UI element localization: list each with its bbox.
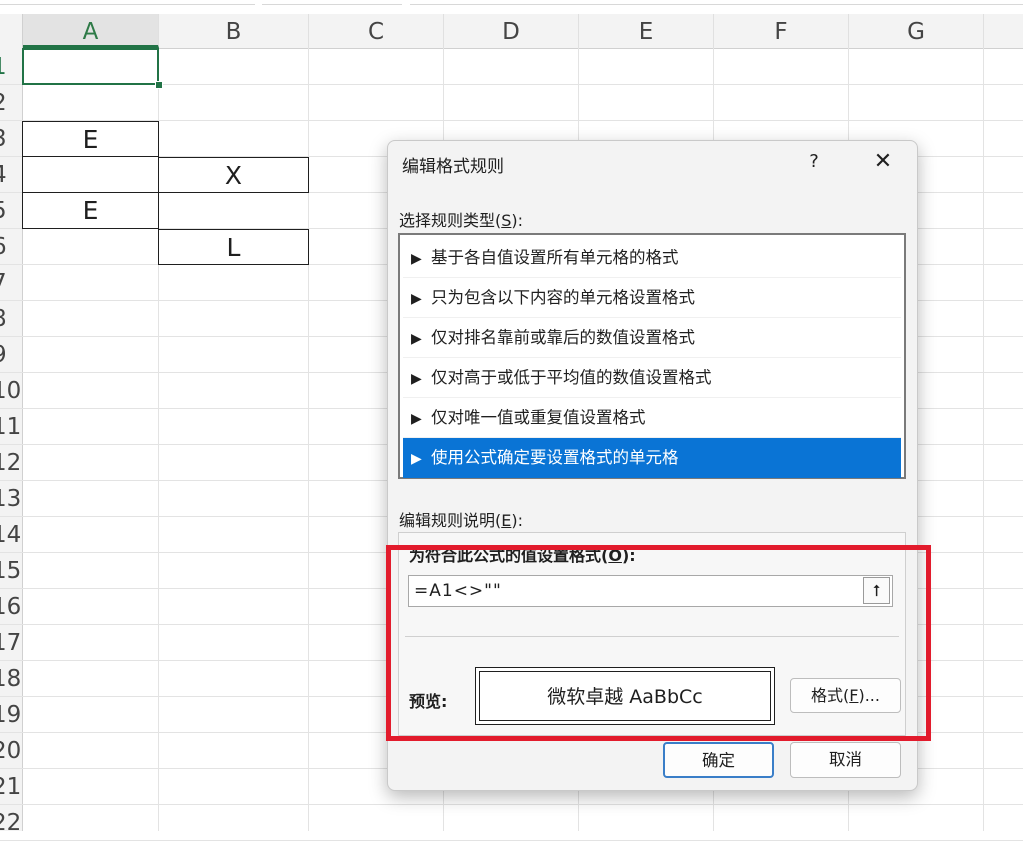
triangle-right-icon: ▶ bbox=[411, 371, 422, 387]
triangle-right-icon: ▶ bbox=[411, 411, 422, 427]
row-header-14[interactable]: 14 bbox=[0, 516, 22, 553]
label-accesskey: S bbox=[501, 211, 512, 230]
row-header-1[interactable]: 1 bbox=[0, 48, 22, 85]
row-header-20[interactable]: 20 bbox=[0, 732, 22, 769]
help-icon[interactable]: ? bbox=[803, 149, 825, 175]
column-header-b[interactable]: B bbox=[159, 14, 309, 48]
triangle-right-icon: ▶ bbox=[411, 451, 422, 467]
edit-rule-description-label: 编辑规则说明(E): bbox=[399, 507, 523, 531]
fill-handle[interactable] bbox=[155, 81, 163, 89]
rule-type-list[interactable]: ▶ 基于各自值设置所有单元格的格式 ▶ 只为包含以下内容的单元格设置格式 ▶ 仅对排名… bbox=[398, 233, 906, 479]
row-header-10[interactable]: 10 bbox=[0, 372, 22, 409]
ok-button[interactable]: 确定 bbox=[663, 742, 774, 778]
column-header-a[interactable]: A bbox=[23, 14, 159, 48]
rule-type-label: 基于各自值设置所有单元格的格式 bbox=[431, 248, 679, 267]
select-rule-type-label: 选择规则类型(S): bbox=[399, 207, 523, 231]
ribbon-tab-edge bbox=[410, 0, 1023, 5]
ribbon-edge bbox=[0, 0, 1023, 14]
cell-b6[interactable]: L bbox=[158, 229, 309, 265]
label-suffix: ): bbox=[511, 211, 524, 230]
row-header-15[interactable]: 15 bbox=[0, 552, 22, 589]
row-header-7[interactable]: 7 bbox=[0, 264, 22, 301]
red-highlight-box bbox=[386, 545, 931, 741]
row-header-2[interactable]: 2 bbox=[0, 84, 22, 121]
row-header-17[interactable]: 17 bbox=[0, 624, 22, 661]
rule-type-item[interactable]: ▶ 仅对高于或低于平均值的数值设置格式 bbox=[403, 358, 901, 398]
row-header-5[interactable]: 5 bbox=[0, 192, 22, 229]
rule-type-item[interactable]: ▶ 仅对排名靠前或靠后的数值设置格式 bbox=[403, 318, 901, 358]
rule-type-label: 仅对排名靠前或靠后的数值设置格式 bbox=[431, 328, 695, 347]
rule-type-label: 仅对高于或低于平均值的数值设置格式 bbox=[431, 368, 712, 387]
row-header-22[interactable]: 22 bbox=[0, 804, 22, 841]
column-header-g[interactable]: G bbox=[849, 14, 984, 48]
active-cell-a1[interactable] bbox=[22, 48, 159, 85]
row-header-12[interactable]: 12 bbox=[0, 444, 22, 481]
ribbon-tab-edge bbox=[262, 0, 402, 5]
column-header-d[interactable]: D bbox=[444, 14, 579, 48]
cell-a4[interactable] bbox=[22, 157, 159, 193]
ribbon-tab-edge bbox=[0, 0, 255, 5]
row-header-21[interactable]: 21 bbox=[0, 768, 22, 805]
rule-type-label: 只为包含以下内容的单元格设置格式 bbox=[431, 288, 695, 307]
row-header-3[interactable]: 3 bbox=[0, 120, 22, 157]
row-header-19[interactable]: 19 bbox=[0, 696, 22, 733]
triangle-right-icon: ▶ bbox=[411, 291, 422, 307]
column-header-c[interactable]: C bbox=[309, 14, 444, 48]
gridline bbox=[983, 48, 984, 831]
cancel-button[interactable]: 取消 bbox=[790, 742, 901, 778]
cell-a5[interactable]: E bbox=[22, 193, 159, 229]
row-header-11[interactable]: 11 bbox=[0, 408, 22, 445]
select-all-corner[interactable] bbox=[0, 14, 23, 48]
close-icon[interactable]: ✕ bbox=[870, 149, 896, 175]
row-header-6[interactable]: 6 bbox=[0, 228, 22, 265]
column-header-e[interactable]: E bbox=[579, 14, 714, 48]
rule-type-label: 使用公式确定要设置格式的单元格 bbox=[431, 448, 679, 467]
label-text: 选择规则类型( bbox=[399, 211, 502, 230]
rule-type-label: 仅对唯一值或重复值设置格式 bbox=[431, 408, 646, 427]
row-header-13[interactable]: 13 bbox=[0, 480, 22, 517]
label-suffix: ): bbox=[511, 511, 523, 530]
column-header-f[interactable]: F bbox=[714, 14, 849, 48]
triangle-right-icon: ▶ bbox=[411, 251, 422, 267]
column-header-row: A B C D E F G bbox=[0, 14, 1023, 49]
rule-type-item[interactable]: ▶ 基于各自值设置所有单元格的格式 bbox=[403, 238, 901, 278]
rule-type-item[interactable]: ▶ 只为包含以下内容的单元格设置格式 bbox=[403, 278, 901, 318]
row-header-4[interactable]: 4 bbox=[0, 156, 22, 193]
row-header-16[interactable]: 16 bbox=[0, 588, 22, 625]
gridline bbox=[22, 120, 1023, 121]
cell-a3[interactable]: E bbox=[22, 121, 159, 157]
triangle-right-icon: ▶ bbox=[411, 331, 422, 347]
gridline bbox=[22, 804, 1023, 805]
row-header-18[interactable]: 18 bbox=[0, 660, 22, 697]
row-header-9[interactable]: 9 bbox=[0, 336, 22, 373]
row-header-8[interactable]: 8 bbox=[0, 300, 22, 337]
rule-type-item-selected[interactable]: ▶ 使用公式确定要设置格式的单元格 bbox=[403, 438, 901, 478]
gridline bbox=[22, 84, 1023, 85]
rule-type-item[interactable]: ▶ 仅对唯一值或重复值设置格式 bbox=[403, 398, 901, 438]
dialog-title: 编辑格式规则 bbox=[402, 157, 504, 177]
label-accesskey: E bbox=[501, 511, 512, 530]
cell-b4[interactable]: X bbox=[158, 157, 309, 193]
label-text: 编辑规则说明( bbox=[399, 511, 502, 530]
